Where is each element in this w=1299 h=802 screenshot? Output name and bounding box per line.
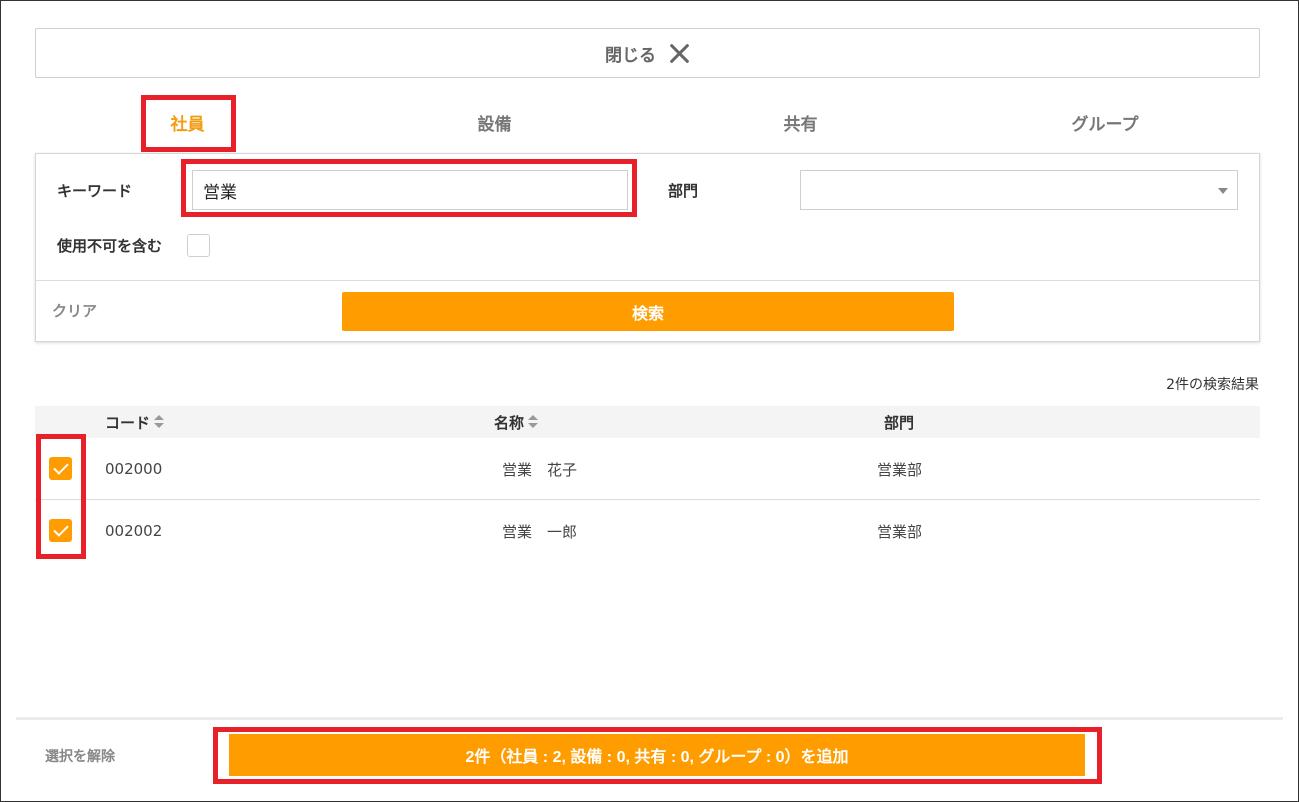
row-code: 002002	[105, 522, 163, 540]
chevron-down-icon	[1218, 188, 1228, 194]
table-row[interactable]: 002000 営業 花子 営業部	[35, 438, 1260, 500]
tab-label: 共有	[783, 114, 818, 135]
footer-divider	[16, 717, 1283, 720]
result-count: 2件の検索結果	[1166, 377, 1259, 393]
column-name-label: 名称	[494, 413, 525, 432]
column-code-label: コード	[105, 413, 151, 432]
row-dept: 営業部	[877, 522, 923, 541]
close-icon	[668, 42, 690, 64]
clear-button[interactable]: クリア	[52, 300, 97, 321]
tab-label: 設備	[477, 114, 512, 135]
sort-icon	[528, 415, 539, 429]
table-header: コード 名称 部門	[35, 406, 1260, 438]
row-name: 営業 一郎	[502, 522, 578, 541]
close-label: 閉じる	[605, 45, 656, 66]
column-name[interactable]: 名称	[494, 406, 539, 438]
keyword-label: キーワード	[57, 182, 133, 200]
table-row[interactable]: 002002 営業 一郎 営業部	[35, 500, 1260, 562]
row-code: 002000	[105, 460, 163, 478]
column-code[interactable]: コード	[105, 406, 165, 438]
unselect-button[interactable]: 選択を解除	[45, 746, 115, 766]
column-dept-label: 部門	[884, 413, 915, 432]
row-name: 営業 花子	[502, 460, 578, 479]
highlight-keyword-input	[181, 159, 637, 217]
highlight-add-button	[213, 727, 1102, 784]
search-button[interactable]: 検索	[342, 292, 954, 331]
tab-equipment[interactable]: 設備	[447, 98, 542, 146]
include-unusable-label: 使用不可を含む	[57, 237, 163, 255]
highlight-tab-employee	[141, 95, 236, 152]
include-unusable-checkbox[interactable]	[187, 234, 210, 257]
divider	[36, 280, 1259, 281]
tab-group[interactable]: グループ	[1045, 98, 1165, 146]
dept-label: 部門	[668, 182, 699, 200]
close-button[interactable]: 閉じる	[35, 28, 1260, 78]
tab-shared[interactable]: 共有	[753, 98, 848, 146]
column-dept: 部門	[884, 406, 914, 438]
dept-select[interactable]	[800, 170, 1238, 210]
sort-icon	[154, 415, 165, 429]
tab-label: グループ	[1071, 114, 1139, 135]
row-dept: 営業部	[877, 460, 923, 479]
highlight-row-checkboxes	[36, 434, 86, 559]
